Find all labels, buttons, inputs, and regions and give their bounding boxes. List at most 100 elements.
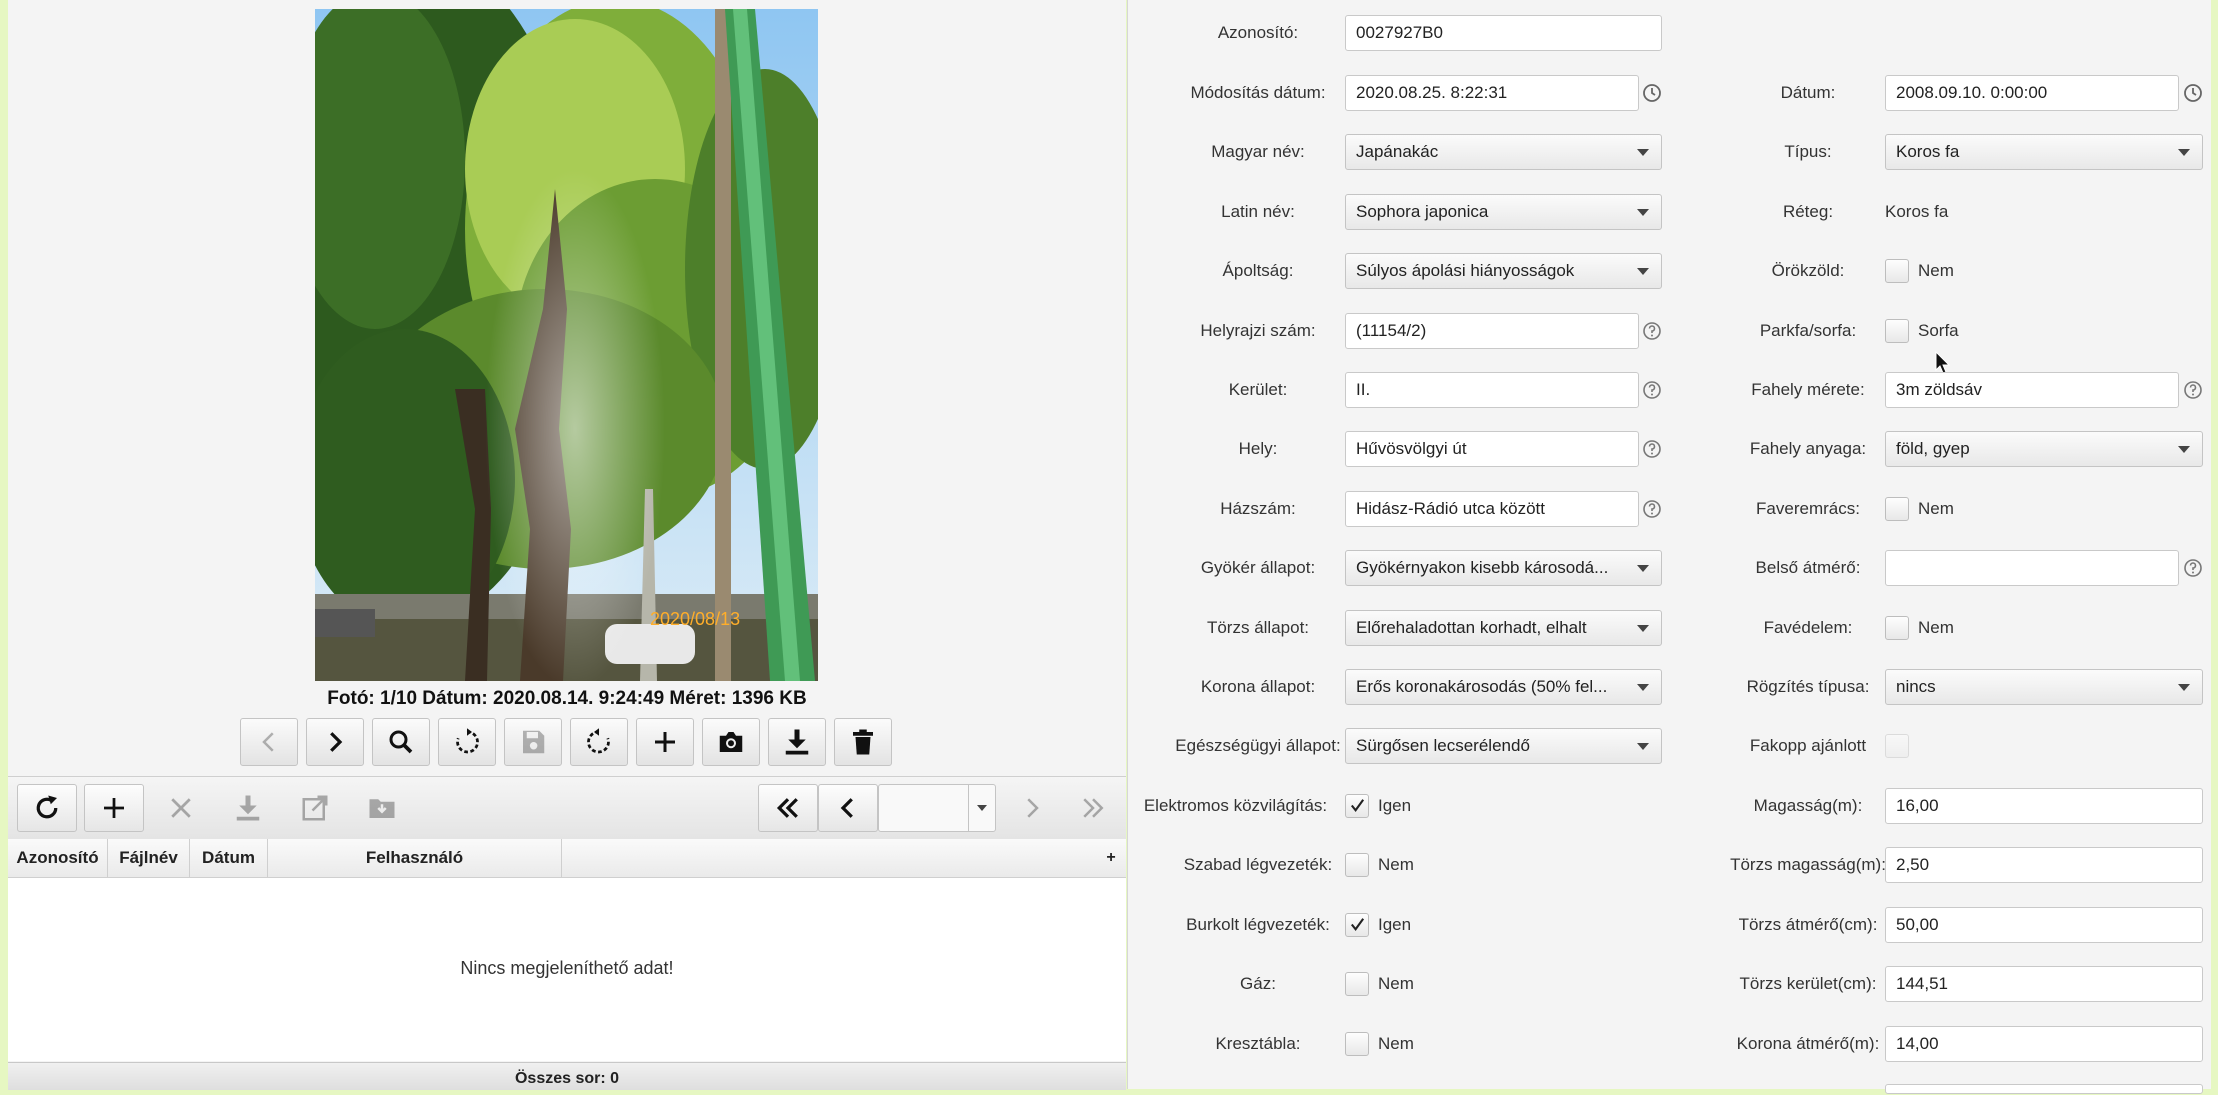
refresh-button[interactable] xyxy=(17,784,77,832)
clock-icon[interactable] xyxy=(2183,83,2203,103)
chevron-left-icon xyxy=(840,798,853,818)
next-field-partial[interactable] xyxy=(1885,1084,2203,1094)
modositas-datum-field[interactable]: 2020.08.25. 8:22:31 xyxy=(1345,75,1639,111)
hely-field[interactable]: Hűvösvölgyi út xyxy=(1345,431,1639,467)
take-photo-button[interactable] xyxy=(702,718,760,766)
gaz-checkbox[interactable] xyxy=(1345,972,1369,996)
chevron-down-icon xyxy=(1637,684,1649,691)
chevron-down-icon xyxy=(2178,684,2190,691)
page-number-select[interactable] xyxy=(878,784,996,832)
rotate-right-button[interactable] xyxy=(438,718,496,766)
checkmark-icon xyxy=(1350,799,1365,812)
save-photo-button[interactable] xyxy=(504,718,562,766)
add-column-button[interactable]: + xyxy=(1096,839,1126,877)
elektromos-kozvilagitas-checkbox[interactable] xyxy=(1345,794,1369,818)
attachments-table-header: Azonosító Fájlnév Dátum Felhasználó + xyxy=(8,839,1126,878)
column-header-fajlnev[interactable]: Fájlnév xyxy=(108,839,190,877)
open-attachment-button[interactable] xyxy=(285,784,345,832)
fakopp-ajanlott-checkbox[interactable] xyxy=(1885,734,1909,758)
apoltsag-value: Súlyos ápolási hiányosságok xyxy=(1356,261,1575,280)
parkfa-sorfa-checkbox[interactable] xyxy=(1885,319,1909,343)
last-page-button[interactable] xyxy=(1063,784,1123,832)
help-icon[interactable] xyxy=(2183,380,2203,400)
double-chevron-left-icon xyxy=(776,798,798,818)
previous-page-button[interactable] xyxy=(818,784,878,832)
magassag-field[interactable]: 16,00 xyxy=(1885,788,2203,824)
hazszam-field[interactable]: Hidász-Rádió utca között xyxy=(1345,491,1639,527)
chevron-down-icon xyxy=(1637,268,1649,275)
next-page-button[interactable] xyxy=(1002,784,1062,832)
torzs-atmero-field[interactable]: 50,00 xyxy=(1885,907,2203,943)
remove-attachment-button[interactable] xyxy=(151,784,211,832)
tree-details-form: Azonosító: 0027927B0 Módosítás dátum: 20… xyxy=(1127,0,2211,1094)
zoom-photo-button[interactable] xyxy=(372,718,430,766)
datum-field[interactable]: 2008.09.10. 0:00:00 xyxy=(1885,75,2179,111)
help-icon[interactable] xyxy=(2183,558,2203,578)
belso-atmero-field[interactable] xyxy=(1885,550,2179,586)
fahely-merete-field[interactable]: 3m zöldsáv xyxy=(1885,372,2179,408)
favedelem-checkbox[interactable] xyxy=(1885,616,1909,640)
folder-download-icon xyxy=(369,799,395,818)
egeszsegugyi-allapot-select[interactable]: Sürgősen lecserélendő xyxy=(1345,728,1662,764)
help-icon[interactable] xyxy=(1642,499,1662,519)
chevron-down-icon xyxy=(977,805,987,811)
egeszsegugyi-allapot-value: Sürgősen lecserélendő xyxy=(1356,736,1530,755)
external-link-icon xyxy=(302,795,328,821)
row-count-footer: Összes sor: 0 xyxy=(8,1062,1126,1090)
download-attachment-button[interactable] xyxy=(218,784,278,832)
clock-icon[interactable] xyxy=(1642,83,1662,103)
azonosito-field[interactable]: 0027927B0 xyxy=(1345,15,1662,51)
torzs-magassag-field[interactable]: 2,50 xyxy=(1885,847,2203,883)
gaz-checkbox-label: Nem xyxy=(1378,974,1414,993)
reteg-value: Koros fa xyxy=(1885,202,1949,221)
latin-nev-select[interactable]: Sophora japonica xyxy=(1345,194,1662,230)
page-select-arrow[interactable] xyxy=(968,785,995,831)
torzs-allapot-select[interactable]: Előrehaladottan korhadt, elhalt xyxy=(1345,610,1662,646)
add-attachment-button[interactable] xyxy=(84,784,144,832)
korona-atmero-field[interactable]: 14,00 xyxy=(1885,1026,2203,1062)
kerulet-field[interactable]: II. xyxy=(1345,372,1639,408)
refresh-icon xyxy=(36,795,58,819)
chevron-down-icon xyxy=(1637,565,1649,572)
szabad-legvezetek-checkbox[interactable] xyxy=(1345,853,1369,877)
previous-photo-button[interactable] xyxy=(240,718,298,766)
next-photo-button[interactable] xyxy=(306,718,364,766)
photo-and-attachments-panel: 2020/08/13 Fotó: 1/10 Dátum: 2020.08.14.… xyxy=(8,0,1126,1090)
parkfa-sorfa-checkbox-label: Sorfa xyxy=(1918,321,1959,340)
rogzites-tipusa-select[interactable]: nincs xyxy=(1885,669,2203,705)
kresztabla-checkbox[interactable] xyxy=(1345,1032,1369,1056)
burkolt-legvezetek-checkbox[interactable] xyxy=(1345,913,1369,937)
gyoker-allapot-select[interactable]: Gyökérnyakon kisebb károsodá... xyxy=(1345,550,1662,586)
delete-photo-button[interactable] xyxy=(834,718,892,766)
helyrajzi-szam-field[interactable]: (11154/2) xyxy=(1345,313,1639,349)
fahely-anyaga-select[interactable]: föld, gyep xyxy=(1885,431,2203,467)
download-photo-button[interactable] xyxy=(768,718,826,766)
burkolt-legvezetek-checkbox-label: Igen xyxy=(1378,915,1412,934)
checkmark-icon xyxy=(1350,918,1365,931)
column-header-felhasznalo[interactable]: Felhasználó xyxy=(268,839,562,877)
orokzold-checkbox[interactable] xyxy=(1885,259,1909,283)
rotate-left-button[interactable] xyxy=(570,718,628,766)
column-header-datum[interactable]: Dátum xyxy=(190,839,268,877)
rogzites-tipusa-value: nincs xyxy=(1896,677,1936,696)
help-icon[interactable] xyxy=(1642,321,1662,341)
torzs-kerulet-field[interactable]: 144,51 xyxy=(1885,966,2203,1002)
tipus-select[interactable]: Koros fa xyxy=(1885,134,2203,170)
faveremracs-checkbox[interactable] xyxy=(1885,497,1909,521)
latin-nev-value: Sophora japonica xyxy=(1356,202,1489,221)
first-page-button[interactable] xyxy=(758,784,818,832)
help-icon[interactable] xyxy=(1642,439,1662,459)
plus-icon xyxy=(104,798,124,818)
korona-allapot-select[interactable]: Erős koronakárosodás (50% fel... xyxy=(1345,669,1662,705)
tree-photo-image: 2020/08/13 xyxy=(315,9,818,681)
magyar-nev-select[interactable]: Japánakác xyxy=(1345,134,1662,170)
chevron-down-icon xyxy=(1637,625,1649,632)
torzs-allapot-value: Előrehaladottan korhadt, elhalt xyxy=(1356,618,1587,637)
save-to-folder-button[interactable] xyxy=(352,784,412,832)
add-photo-button[interactable] xyxy=(636,718,694,766)
apoltsag-select[interactable]: Súlyos ápolási hiányosságok xyxy=(1345,253,1662,289)
tree-photo: 2020/08/13 xyxy=(315,9,818,681)
column-header-azonosito[interactable]: Azonosító xyxy=(8,839,108,877)
camera-icon xyxy=(719,732,743,752)
help-icon[interactable] xyxy=(1642,380,1662,400)
